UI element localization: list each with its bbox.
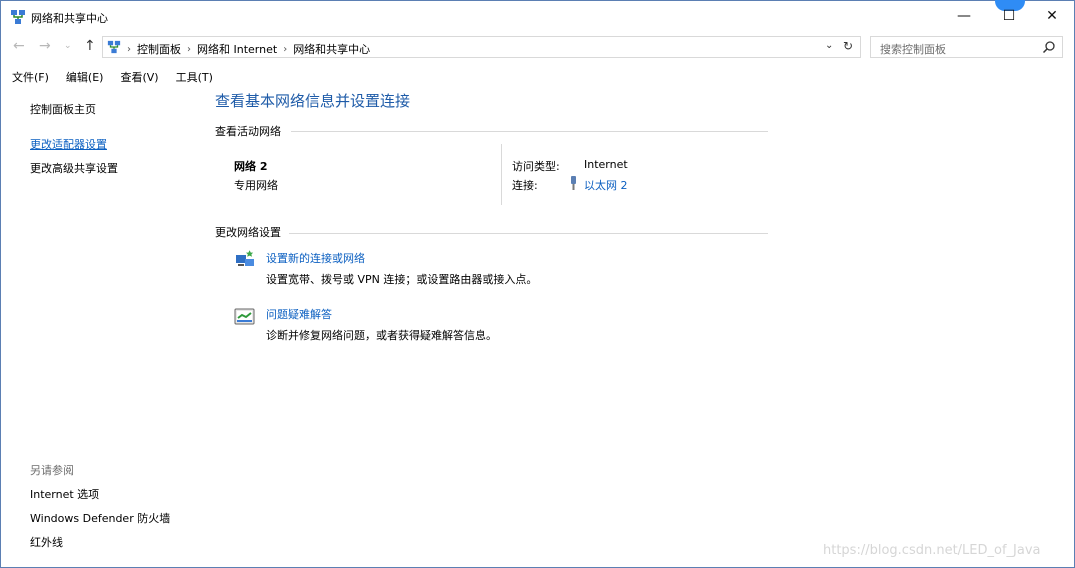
sidebar-internet-options[interactable]: Internet 选项 — [30, 486, 99, 502]
sidebar-control-panel-home[interactable]: 控制面板主页 — [30, 101, 96, 117]
breadcrumb-control-panel[interactable]: 控制面板 — [137, 41, 181, 57]
title-bar: 网络和共享中心 — ☐ ✕ — [1, 0, 1075, 33]
active-networks-heading: 查看活动网络 — [215, 125, 281, 138]
menu-bar: 文件(F) 编辑(E) 查看(V) 工具(T) — [1, 67, 220, 85]
troubleshoot-problems-link[interactable]: 问题疑难解答 — [266, 306, 332, 322]
watermark: https://blog.csdn.net/LED_of_Java — [823, 543, 1041, 558]
section-divider — [289, 233, 768, 234]
connection-label: 连接: — [512, 179, 538, 192]
setup-new-connection-link[interactable]: 设置新的连接或网络 — [266, 250, 365, 266]
chevron-right-icon[interactable]: › — [187, 44, 191, 55]
menu-tools[interactable]: 工具(T) — [166, 67, 220, 85]
search-icon[interactable] — [1042, 40, 1056, 54]
chevron-down-icon[interactable]: ⌄ — [825, 40, 833, 51]
sidebar-change-advanced-sharing[interactable]: 更改高级共享设置 — [30, 160, 118, 176]
new-connection-icon — [236, 250, 254, 266]
menu-view[interactable]: 查看(V) — [110, 67, 165, 85]
navigation-row: ← → ⌄ ↑ › 控制面板 › 网络和 Internet › 网络和共享中心 … — [1, 35, 1074, 61]
network-center-icon — [107, 40, 121, 54]
recent-locations-dropdown[interactable]: ⌄ — [64, 41, 72, 51]
sidebar-windows-defender-firewall[interactable]: Windows Defender 防火墙 — [30, 510, 170, 526]
network-sharing-center-window: 网络和共享中心 — ☐ ✕ ← → ⌄ ↑ › 控制面板 › 网络和 Inter… — [0, 0, 1075, 568]
close-button[interactable]: ✕ — [1029, 1, 1075, 31]
access-type-label: 访问类型: — [512, 160, 560, 173]
section-divider — [291, 131, 768, 132]
forward-button[interactable]: → — [39, 38, 51, 54]
change-settings-heading: 更改网络设置 — [215, 226, 281, 239]
minimize-button[interactable]: — — [941, 1, 987, 31]
troubleshoot-description: 诊断并修复网络问题，或者获得疑难解答信息。 — [266, 329, 497, 342]
setup-new-connection-description: 设置宽带、拨号或 VPN 连接；或设置路由器或接入点。 — [266, 273, 538, 286]
see-also-heading: 另请参阅 — [30, 464, 74, 477]
search-input[interactable]: 搜索控制面板 — [880, 41, 946, 57]
window-title: 网络和共享中心 — [31, 12, 108, 25]
chevron-right-icon[interactable]: › — [127, 44, 131, 55]
maximize-button[interactable]: ☐ — [986, 1, 1032, 31]
access-type-value: Internet — [584, 158, 628, 171]
menu-file[interactable]: 文件(F) — [1, 67, 56, 85]
sidebar-infrared[interactable]: 红外线 — [30, 534, 63, 550]
troubleshoot-icon — [234, 308, 255, 325]
network-category[interactable]: 专用网络 — [234, 177, 278, 193]
breadcrumb: › 控制面板 › 网络和 Internet › 网络和共享中心 — [127, 41, 370, 57]
breadcrumb-network-center[interactable]: 网络和共享中心 — [293, 41, 370, 57]
sidebar-change-adapter-settings[interactable]: 更改适配器设置 — [30, 136, 107, 152]
network-center-icon — [11, 10, 25, 24]
search-box[interactable]: 搜索控制面板 — [870, 36, 1063, 58]
page-title: 查看基本网络信息并设置连接 — [215, 92, 411, 110]
network-name: 网络 2 — [234, 160, 268, 173]
up-button[interactable]: ↑ — [84, 38, 96, 54]
refresh-icon[interactable]: ↻ — [843, 39, 853, 53]
connection-ethernet-link[interactable]: 以太网 2 — [584, 177, 628, 193]
chevron-right-icon[interactable]: › — [283, 44, 287, 55]
back-button[interactable]: ← — [13, 38, 25, 54]
vertical-divider — [501, 144, 502, 205]
address-bar[interactable]: › 控制面板 › 网络和 Internet › 网络和共享中心 ⌄ ↻ — [102, 36, 861, 58]
menu-edit[interactable]: 编辑(E) — [56, 67, 111, 85]
ethernet-icon — [571, 176, 576, 190]
breadcrumb-network-internet[interactable]: 网络和 Internet — [197, 41, 277, 57]
